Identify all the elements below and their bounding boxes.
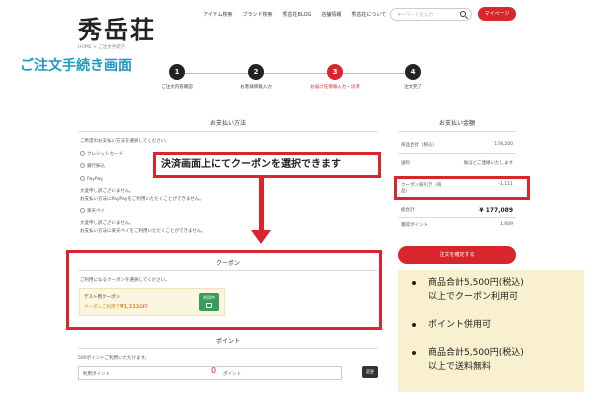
global-nav: アイテム検索 ブランド検索 秀岳荘BLOG 店舗情報 秀岳荘について bbox=[203, 11, 386, 18]
payment-option-bank[interactable]: 銀行振込 bbox=[80, 163, 105, 169]
summary-subtotal: 商品合計（税込） 178,200 bbox=[401, 142, 513, 148]
points-change-button[interactable]: 変更 bbox=[362, 366, 378, 378]
step-3: 3 お届け先情報入力・決済 bbox=[300, 64, 370, 90]
coupon-description: クーポンご利用で¥1,111OFF bbox=[84, 304, 149, 310]
site-logo[interactable]: 秀岳荘 bbox=[78, 10, 156, 45]
search-input[interactable]: キーワードを入力 bbox=[390, 8, 472, 21]
payment-prompt: ご希望のお支払い方法を選択してください。 bbox=[80, 139, 170, 144]
page-title: ご注文手続き画面 bbox=[20, 58, 132, 74]
points-value[interactable]: 0 bbox=[211, 366, 216, 375]
coupon-off: OFF bbox=[139, 305, 149, 310]
coupon-callout: 決済画面上にてクーポンを選択できます bbox=[153, 152, 381, 178]
divider bbox=[78, 131, 378, 132]
summary-points-earned: 獲得ポイント 1,609 bbox=[401, 222, 513, 228]
coupon-icon bbox=[206, 303, 212, 308]
divider bbox=[78, 348, 378, 349]
paypay-note: お支払い方法にPayPayをご利用いただくことができません。 bbox=[80, 197, 204, 202]
rakuten-note: 大変申し訳ございません。 bbox=[80, 221, 134, 226]
step-2: 2 お客様情報入力 bbox=[221, 64, 291, 90]
nav-item-stores[interactable]: 店舗情報 bbox=[321, 11, 341, 18]
payment-title: お支払い方法 bbox=[209, 120, 246, 127]
summary-title: お支払い金額 bbox=[438, 120, 475, 127]
step-number: 4 bbox=[405, 64, 421, 80]
coupon-in-use-label: 利用中 bbox=[203, 295, 215, 300]
search-icon[interactable] bbox=[460, 11, 466, 17]
summary-total: 総合計 ¥ 177,089 bbox=[401, 207, 513, 214]
step-label: お届け先情報入力・決済 bbox=[310, 85, 360, 90]
divider bbox=[398, 131, 516, 132]
step-4: 4 注文完了 bbox=[378, 64, 448, 90]
payment-option-paypay[interactable]: PayPay bbox=[80, 176, 103, 182]
coupon-title: クーポン bbox=[215, 260, 240, 267]
coupon-name: テスト用クーポン bbox=[84, 295, 120, 300]
radio-icon[interactable] bbox=[80, 176, 85, 181]
radio-icon[interactable] bbox=[80, 208, 85, 213]
divider bbox=[398, 217, 516, 218]
step-label: お客様情報入力 bbox=[240, 85, 272, 90]
step-number: 3 bbox=[327, 64, 343, 80]
divider bbox=[78, 270, 378, 271]
payment-option-rakuten[interactable]: 楽天ペイ bbox=[80, 208, 105, 214]
points-unit: ポイント bbox=[223, 372, 241, 377]
coupon-prompt: ご利用になるクーポンを選択してください。 bbox=[80, 278, 170, 283]
radio-icon[interactable] bbox=[80, 163, 85, 168]
points-field[interactable]: 利用ポイント 0 ポイント bbox=[78, 366, 342, 380]
search-placeholder: キーワードを入力 bbox=[397, 13, 433, 18]
points-available: 500ポイントご利用いただけます。 bbox=[78, 356, 150, 361]
points-label: 利用ポイント bbox=[83, 372, 110, 377]
nav-item-about[interactable]: 秀岳荘について bbox=[351, 11, 386, 18]
paypay-note: 大変申し訳ございません。 bbox=[80, 189, 134, 194]
summary-shipping: 送料 後ほどご連絡いたします bbox=[401, 161, 513, 166]
nav-item-blog[interactable]: 秀岳荘BLOG bbox=[283, 11, 312, 18]
nav-item-search-items[interactable]: アイテム検索 bbox=[203, 11, 233, 18]
note-item: ポイント併用可 bbox=[406, 318, 584, 332]
note-item: 商品合計5,500円(税込) 以上で送料無料 bbox=[406, 346, 584, 374]
step-number: 1 bbox=[169, 64, 185, 80]
summary-coupon-discount: クーポン値引き（商品） -1,111 bbox=[401, 182, 513, 194]
confirm-order-button[interactable]: 注文を確定する bbox=[398, 246, 516, 264]
rakuten-note: お支払い方法に楽天ペイをご利用いただくことができません。 bbox=[80, 229, 206, 234]
step-label: ご注文内容確認 bbox=[161, 85, 193, 90]
coupon-in-use-button[interactable]: 利用中 bbox=[199, 293, 219, 311]
divider bbox=[398, 153, 516, 154]
arrow-head-icon bbox=[251, 230, 271, 244]
coupon-amount: ¥1,111 bbox=[120, 304, 140, 310]
points-title: ポイント bbox=[215, 338, 240, 345]
step-1: 1 ご注文内容確認 bbox=[142, 64, 212, 90]
breadcrumb: HOME > ご注文手続き bbox=[78, 45, 126, 50]
arrow-down-icon bbox=[259, 178, 264, 238]
nav-item-search-brands[interactable]: ブランド検索 bbox=[243, 11, 273, 18]
radio-icon[interactable] bbox=[80, 151, 85, 156]
step-number: 2 bbox=[248, 64, 264, 80]
step-label: 注文完了 bbox=[404, 85, 422, 90]
note-item: 商品合計5,500円(税込) 以上でクーポン利用可 bbox=[406, 276, 584, 304]
mypage-button[interactable]: マイページ bbox=[478, 7, 516, 21]
notes-panel: 商品合計5,500円(税込) 以上でクーポン利用可 ポイント併用可 商品合計5,… bbox=[398, 270, 584, 392]
payment-option-credit[interactable]: クレジットカード bbox=[80, 151, 123, 157]
